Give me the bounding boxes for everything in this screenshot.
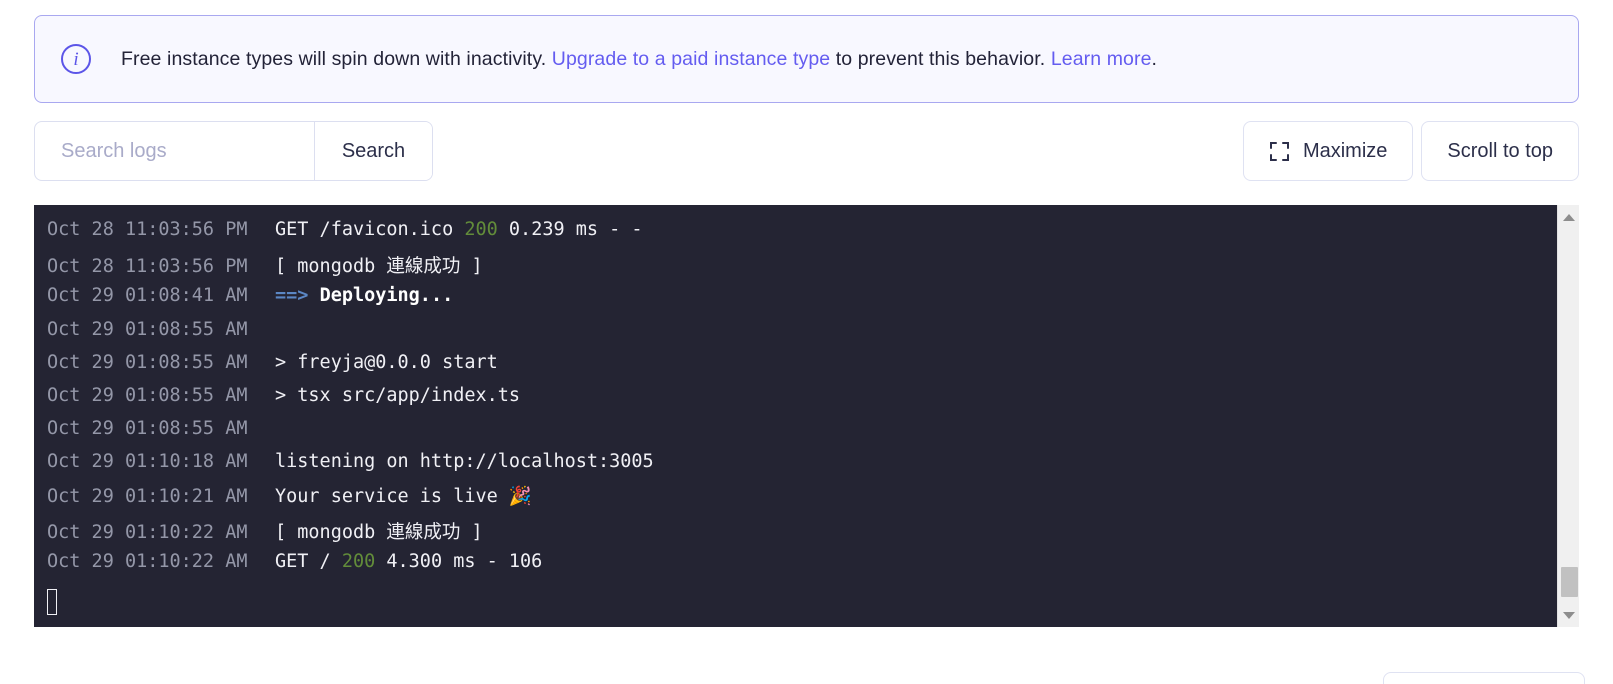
log-line: Oct 29 01:08:55 AM — [34, 418, 1557, 451]
log-scrollbar[interactable] — [1557, 205, 1579, 627]
log-text: 4.300 ms - 106 — [375, 550, 543, 572]
banner-text-part2: to prevent this behavior. — [830, 47, 1051, 70]
maximize-button-label: Maximize — [1302, 139, 1388, 162]
search-button[interactable]: Search — [314, 122, 432, 180]
log-timestamp: Oct 29 01:10:22 AM — [47, 521, 248, 543]
search-input[interactable] — [35, 122, 314, 180]
expand-corners-icon — [1269, 141, 1290, 162]
upgrade-instance-link[interactable]: Upgrade to a paid instance type — [552, 48, 830, 70]
log-timestamp: Oct 28 11:03:56 PM — [47, 256, 248, 278]
maximize-button[interactable]: Maximize — [1242, 121, 1414, 181]
log-timestamp: Oct 29 01:08:55 AM — [47, 418, 248, 440]
log-status-code: 200 — [464, 219, 498, 240]
log-timestamp: Oct 29 01:10:21 AM — [47, 485, 248, 507]
log-line: Oct 29 01:10:18 AM listening on http://lo… — [34, 451, 1557, 484]
log-line: Oct 29 01:08:55 AM — [34, 319, 1557, 352]
log-timestamp: Oct 29 01:08:55 AM — [47, 318, 248, 340]
log-timestamp: Oct 29 01:08:41 AM — [47, 285, 248, 307]
banner-text-part3: . — [1151, 47, 1158, 70]
log-text: [ mongodb 連線成功 ] — [275, 521, 483, 543]
log-text: GET /favicon.ico — [275, 219, 465, 240]
log-line: Oct 29 01:08:55 AM > tsx src/app/index.ts — [34, 385, 1557, 418]
log-text: 0.239 ms - - — [497, 219, 643, 240]
logs-toolbar: Search Maximize Scroll to top — [0, 121, 1613, 181]
log-message: ==> Deploying... — [275, 285, 453, 306]
log-cursor-line — [34, 584, 1557, 620]
log-text: > tsx src/app/index.ts — [275, 384, 521, 406]
banner-text: Free instance types will spin down with … — [121, 48, 1157, 71]
log-text: listening on http://localhost:3005 — [275, 451, 654, 473]
log-text: GET / — [275, 550, 342, 572]
log-message: [ mongodb 連線成功 ] — [275, 252, 483, 278]
logs-page: i Free instance types will spin down wit… — [0, 0, 1613, 684]
toolbar-right-buttons: Maximize Scroll to top — [1242, 121, 1579, 181]
log-timestamp: Oct 29 01:10:22 AM — [47, 550, 248, 572]
triangle-down-icon[interactable] — [1558, 605, 1580, 625]
terminal-cursor — [47, 589, 57, 616]
log-message: GET /favicon.ico 200 0.239 ms - - — [275, 219, 643, 240]
log-message: Your service is live 🎉 — [275, 485, 532, 507]
log-line: Oct 28 11:03:56 PM GET /favicon.ico 200 0… — [34, 219, 1557, 252]
log-emphasis: Deploying... — [319, 285, 454, 307]
search-group: Search — [34, 121, 433, 181]
log-arrow-marker: ==> — [275, 285, 309, 307]
log-status-code: 200 — [341, 550, 376, 572]
log-line: Oct 28 11:03:56 PM [ mongodb 連線成功 ] — [34, 252, 1557, 285]
log-line: Oct 29 01:08:55 AM > freyja@0.0.0 start — [34, 352, 1557, 385]
log-text: > freyja@0.0.0 start — [275, 351, 498, 373]
learn-more-link[interactable]: Learn more — [1051, 48, 1152, 70]
log-timestamp: Oct 29 01:10:18 AM — [47, 451, 248, 473]
log-viewer: Oct 28 11:03:56 PM GET /favicon.ico 200 0… — [34, 205, 1579, 627]
triangle-up-icon[interactable] — [1558, 207, 1580, 227]
log-line: Oct 29 01:08:41 AM ==> Deploying... — [34, 285, 1557, 318]
scrollbar-thumb[interactable] — [1561, 567, 1578, 597]
log-message: listening on http://localhost:3005 — [275, 451, 654, 472]
info-icon-glyph: i — [73, 48, 79, 70]
log-line: Oct 29 01:10:22 AM GET / 200 4.300 ms - 1… — [34, 551, 1557, 584]
log-text: [ mongodb 連線成功 ] — [275, 256, 483, 278]
info-circle-icon: i — [61, 44, 91, 74]
log-message: > tsx src/app/index.ts — [275, 385, 520, 406]
log-message: > freyja@0.0.0 start — [275, 352, 498, 373]
log-timestamp: Oct 28 11:03:56 PM — [47, 219, 248, 240]
scroll-to-top-button[interactable]: Scroll to top — [1421, 121, 1579, 181]
log-timestamp: Oct 29 01:08:55 AM — [47, 384, 248, 406]
free-instance-info-banner: i Free instance types will spin down wit… — [34, 15, 1579, 103]
log-text: Your service is live 🎉 — [275, 485, 532, 507]
log-line: Oct 29 01:10:22 AM [ mongodb 連線成功 ] — [34, 518, 1557, 551]
log-timestamp: Oct 29 01:08:55 AM — [47, 351, 248, 373]
log-line: Oct 29 01:10:21 AM Your service is live 🎉 — [34, 485, 1557, 518]
log-lines-container[interactable]: Oct 28 11:03:56 PM GET /favicon.ico 200 0… — [34, 205, 1557, 627]
bottom-partial-card[interactable] — [1383, 672, 1585, 684]
banner-text-part1: Free instance types will spin down with … — [121, 47, 552, 70]
log-message: GET / 200 4.300 ms - 106 — [275, 551, 542, 572]
log-message: [ mongodb 連線成功 ] — [275, 518, 483, 544]
